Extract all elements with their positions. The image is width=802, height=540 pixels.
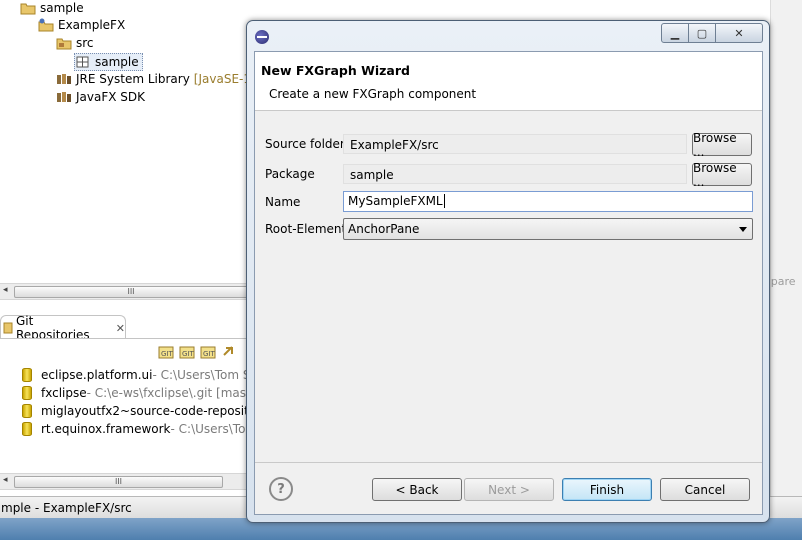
name-value: MySampleFXML (348, 194, 443, 208)
tree-item-javafx-sdk[interactable]: JavaFX SDK (56, 89, 145, 105)
maximize-icon: ▢ (696, 26, 708, 40)
root-element-select[interactable]: AnchorPane (343, 218, 753, 240)
create-repository-icon[interactable]: GIT (200, 345, 216, 362)
repository-icon (22, 422, 32, 436)
package-explorer-tree: sample ExampleFX src sample JRE System L… (0, 0, 267, 282)
maximize-button[interactable]: ▢ (689, 23, 716, 43)
package-icon (75, 55, 91, 69)
name-label: Name (265, 195, 301, 209)
new-fxgraph-wizard-dialog: ▁ ▢ ✕ New FXGraph Wizard Create a new FX… (246, 20, 770, 523)
library-icon (56, 90, 72, 104)
git-view-icon (3, 322, 13, 334)
wizard-banner: New FXGraph Wizard Create a new FXGraph … (255, 52, 762, 111)
library-icon (56, 72, 72, 86)
right-panel (770, 0, 802, 496)
root-element-label: Root-Element (265, 222, 347, 236)
link-editor-icon[interactable] (221, 345, 237, 362)
tree-item-jre-library[interactable]: JRE System Library [JavaSE-1.6] (56, 71, 267, 87)
repo-item[interactable]: eclipse.platform.ui - C:\Users\Tom Sch (22, 367, 265, 383)
wizard-title: New FXGraph Wizard (261, 63, 410, 78)
tree-item-label: JRE System Library (76, 72, 190, 86)
tree-item-label: JavaFX SDK (76, 90, 146, 104)
window-controls: ▁ ▢ ✕ (661, 23, 765, 43)
package-label: Package (265, 167, 315, 181)
source-folder-label: Source folder (265, 137, 345, 151)
tree-horizontal-scrollbar[interactable]: ◂ III (0, 283, 250, 300)
git-horizontal-scrollbar[interactable]: ◂ III (0, 473, 250, 490)
scroll-left-arrow-icon[interactable]: ◂ (3, 475, 8, 485)
close-icon: ✕ (734, 26, 744, 40)
repo-item[interactable]: rt.equinox.framework - C:\Users\Tom S (22, 421, 269, 437)
git-toolbar: GIT GIT GIT (158, 345, 237, 362)
repo-name: eclipse.platform.ui (41, 368, 153, 382)
repository-icon (22, 368, 32, 382)
tree-item-label: sample (40, 1, 84, 15)
source-folder-field[interactable]: ExampleFX/src (343, 134, 687, 154)
button-bar-separator (255, 462, 762, 463)
scroll-left-arrow-icon[interactable]: ◂ (3, 285, 8, 295)
tab-git-repositories[interactable]: Git Repositories ✕ (0, 314, 126, 342)
wizard-message: Create a new FXGraph component (269, 87, 477, 101)
repo-item[interactable]: fxclipse - C:\e-ws\fxclipse\.git [master… (22, 385, 268, 401)
dialog-client-area: New FXGraph Wizard Create a new FXGraph … (254, 51, 763, 515)
add-repository-icon[interactable]: GIT (158, 345, 174, 362)
root-element-value: AnchorPane (348, 222, 420, 236)
tree-item-package-sample[interactable]: sample (74, 53, 143, 71)
clone-repository-icon[interactable]: GIT (179, 345, 195, 362)
chevron-down-icon (739, 227, 747, 232)
next-button[interactable]: Next > (464, 478, 554, 501)
cancel-button[interactable]: Cancel (660, 478, 750, 501)
scrollbar-thumb[interactable]: III (14, 476, 223, 488)
tree-item-label: ExampleFX (58, 18, 126, 32)
repo-path: - C:\e-ws\fxclipse\.git [master] (86, 386, 268, 400)
tree-item-project-sample[interactable]: sample (20, 0, 84, 16)
status-text: mple - ExampleFX/src (1, 501, 132, 515)
repo-name: fxclipse (41, 386, 87, 400)
project-folder-icon (20, 1, 36, 15)
dialog-titlebar[interactable]: ▁ ▢ ✕ (247, 21, 769, 51)
eclipse-icon (255, 30, 269, 44)
minimize-button[interactable]: ▁ (661, 23, 689, 43)
java-project-icon (38, 18, 54, 32)
finish-button[interactable]: Finish (562, 478, 652, 501)
close-icon[interactable]: ✕ (116, 322, 125, 335)
repo-item[interactable]: miglayoutfx2~source-code-repository (22, 403, 268, 419)
back-button[interactable]: < Back (372, 478, 462, 501)
scrollbar-thumb[interactable]: III (14, 286, 248, 298)
svg-text:GIT: GIT (203, 350, 215, 358)
tree-item-label: src (76, 36, 94, 50)
name-input[interactable]: MySampleFXML (343, 191, 753, 212)
minimize-icon: ▁ (670, 26, 680, 40)
source-folder-icon (56, 36, 72, 50)
text-cursor (443, 194, 445, 208)
repo-name: miglayoutfx2~source-code-repository (41, 404, 269, 418)
close-button[interactable]: ✕ (716, 23, 763, 43)
repository-icon (22, 386, 32, 400)
tree-item-label: sample (95, 55, 139, 69)
repository-icon (22, 404, 32, 418)
package-field[interactable]: sample (343, 164, 687, 184)
svg-text:GIT: GIT (161, 350, 173, 358)
help-icon[interactable]: ? (269, 477, 293, 501)
tree-item-examplefx[interactable]: ExampleFX (38, 17, 125, 33)
tree-item-src[interactable]: src (56, 35, 94, 51)
svg-text:GIT: GIT (182, 350, 194, 358)
browse-package-button[interactable]: Browse ... (692, 161, 752, 189)
browse-source-folder-button[interactable]: Browse ... (692, 131, 752, 159)
repo-name: rt.equinox.framework (41, 422, 171, 436)
